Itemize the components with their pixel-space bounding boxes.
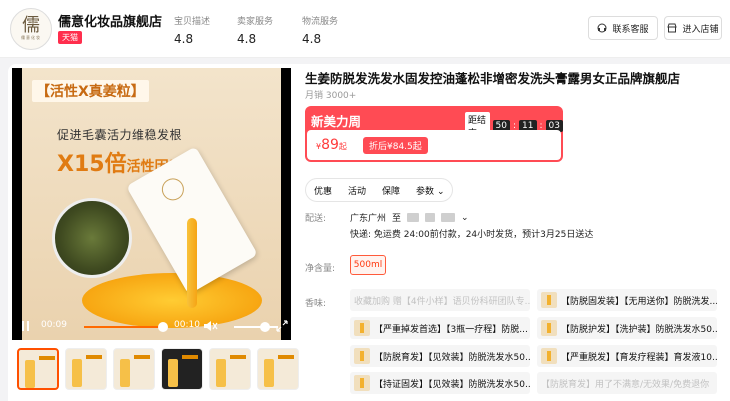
current-time: 00:09 xyxy=(41,320,67,330)
scent-option[interactable]: 【防脱护发】【洗护装】防脱洗发水50... xyxy=(537,317,717,339)
option-thumbnail xyxy=(541,320,557,336)
volume-slider[interactable] xyxy=(234,326,278,328)
price: ¥89起 xyxy=(316,137,347,153)
score-label: 卖家服务 xyxy=(237,17,274,27)
blurred-address xyxy=(407,213,420,222)
ship-to: 至 xyxy=(392,214,402,224)
scent-option[interactable]: 收藏加购 赠【4件小样】语贝份科研团队专... xyxy=(350,289,530,311)
poster-line2-main: X15倍 xyxy=(57,152,127,177)
poster-line1: 促进毛囊活力维稳发根 xyxy=(57,128,183,142)
score-description: 宝贝描述 4.8 xyxy=(174,14,210,46)
scent-option[interactable]: 【防脱育发】用了不满意/无效果/免费退你 xyxy=(537,372,717,394)
enter-shop-label: 进入店铺 xyxy=(682,24,719,35)
volume-label: 净含量: xyxy=(305,264,336,274)
score-service: 卖家服务 4.8 xyxy=(237,14,273,46)
scent-option[interactable]: 【严重脱发】【育发疗程装】育发液10... xyxy=(537,345,717,367)
option-thumbnail xyxy=(541,348,557,364)
shop-logo[interactable]: 儒 儒意化妆 xyxy=(10,8,52,50)
shipping-address[interactable]: 广东广州 至 ⌄ xyxy=(350,211,469,225)
tab-params[interactable]: 参数 ⌄ xyxy=(416,184,444,197)
promo-banner: 新美力周 距结束 50: 11: 03 ¥89起 折后¥84.5起 xyxy=(305,106,563,162)
video-progress[interactable] xyxy=(84,326,166,328)
pause-icon[interactable] xyxy=(22,321,30,331)
contact-service-label: 联系客服 xyxy=(612,24,649,35)
thumbnail[interactable] xyxy=(161,348,203,390)
thumbnail-strip xyxy=(17,348,299,392)
progress-knob[interactable] xyxy=(157,322,168,332)
tab-guarantee[interactable]: 保障 xyxy=(382,184,400,197)
shop-logo-sub: 儒意化妆 xyxy=(21,35,41,40)
option-thumbnail xyxy=(541,292,557,308)
chevron-down-icon: ⌄ xyxy=(461,212,469,223)
option-thumbnail xyxy=(354,348,370,364)
thumbnail[interactable] xyxy=(65,348,107,390)
score-value: 4.8 xyxy=(237,32,257,46)
headset-icon xyxy=(597,23,607,33)
shop-icon xyxy=(667,23,678,33)
option-thumbnail xyxy=(354,320,370,336)
score-label: 宝贝描述 xyxy=(174,17,211,27)
volume-knob[interactable] xyxy=(260,322,270,332)
product-title: 生姜防脱发洗发水固发控油蓬松非增密发洗头膏露男女正品牌旗舰店 xyxy=(305,71,681,86)
shop-logo-char: 儒 xyxy=(22,15,40,36)
score-label: 物流服务 xyxy=(302,17,339,27)
thumbnail[interactable] xyxy=(209,348,251,390)
tab-activity[interactable]: 活动 xyxy=(348,184,366,197)
thumbnail[interactable] xyxy=(113,348,155,390)
chevron-down-icon: ⌄ xyxy=(436,186,445,197)
after-discount-price[interactable]: 折后¥84.5起 xyxy=(363,137,428,154)
tab-discount[interactable]: 优惠 xyxy=(314,184,332,197)
price-box: ¥89起 折后¥84.5起 xyxy=(307,130,561,160)
blurred-address xyxy=(425,213,436,222)
mute-icon[interactable] xyxy=(204,320,218,332)
score-logistics: 物流服务 4.8 xyxy=(302,14,338,46)
info-tabs: 优惠 活动 保障 参数 ⌄ xyxy=(305,178,454,202)
price-value: 89 xyxy=(321,137,339,153)
scent-option[interactable]: 【防脱固发装】【无用送你】防脱洗发... xyxy=(537,289,717,311)
poster-tag: 【活性X真姜粒】 xyxy=(32,80,149,102)
thumbnail[interactable] xyxy=(17,348,59,390)
shipping-info: 快递: 免运费 24:00前付款，24小时发货，预计3月25日送达 xyxy=(350,230,594,240)
scent-label: 香味: xyxy=(305,299,327,309)
shop-name[interactable]: 儒意化妆品旗舰店 xyxy=(58,11,162,30)
scent-option[interactable]: 【防脱育发】【见效装】防脱洗发水50... xyxy=(350,345,530,367)
volume-option-selected[interactable]: 500ml xyxy=(350,255,386,275)
shop-header: 儒 儒意化妆 儒意化妆品旗舰店 天猫 宝贝描述 4.8 卖家服务 4.8 物流服… xyxy=(0,0,730,58)
ship-from: 广东广州 xyxy=(350,214,387,224)
enter-shop-button[interactable]: 进入店铺 xyxy=(664,16,722,40)
total-time: 00:10 xyxy=(174,320,200,330)
score-value: 4.8 xyxy=(174,32,194,46)
blurred-address xyxy=(441,213,456,222)
scent-option[interactable]: 【严重掉发首选】【3瓶一疗程】防脱... xyxy=(350,317,530,339)
contact-service-button[interactable]: 联系客服 xyxy=(588,16,658,40)
option-thumbnail xyxy=(354,375,370,391)
ship-label: 配送: xyxy=(305,214,327,224)
fullscreen-icon[interactable] xyxy=(276,320,288,332)
tmall-badge: 天猫 xyxy=(58,31,82,44)
promo-title: 新美力周 xyxy=(311,114,362,129)
scent-option[interactable]: 【持证固发】【见效装】防脱洗发水50... xyxy=(350,372,530,394)
video-controls: 00:09 00:10 xyxy=(12,316,291,338)
video-poster[interactable]: 【活性X真姜粒】 促进毛囊活力维稳发根 X15倍活性因子 xyxy=(22,68,281,340)
score-value: 4.8 xyxy=(302,32,322,46)
pour-image xyxy=(187,218,197,308)
ginger-spoon-image xyxy=(52,198,132,278)
monthly-sales: 月销 3000+ xyxy=(305,91,357,101)
thumbnail[interactable] xyxy=(257,348,299,390)
